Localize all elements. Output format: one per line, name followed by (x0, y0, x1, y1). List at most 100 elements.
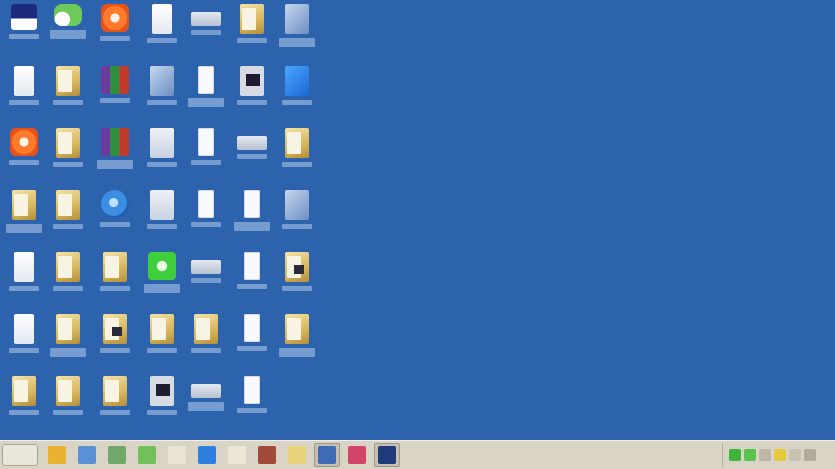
desktop-icon[interactable] (46, 190, 90, 242)
desktop-icon-label (279, 348, 315, 357)
taskbar-button[interactable] (284, 443, 310, 467)
desktop-icon[interactable] (140, 128, 184, 180)
green-tray-icon[interactable] (744, 449, 756, 461)
desktop-icon[interactable] (184, 128, 228, 180)
yellow-tray-icon[interactable] (774, 449, 786, 461)
desktop-icon-label (282, 286, 312, 291)
desktop-icon[interactable] (184, 376, 228, 428)
taskbar-button[interactable] (104, 443, 130, 467)
doc-icon (14, 66, 34, 96)
start-button[interactable] (2, 444, 38, 466)
desktop-icon-label (144, 284, 180, 293)
desktop-icon[interactable] (184, 4, 228, 56)
desktop-icon-label (237, 38, 267, 43)
desktop-icon-label (9, 348, 39, 353)
desktop-icon[interactable] (93, 314, 137, 366)
desktop-icon[interactable] (230, 314, 274, 366)
taskbar-button[interactable] (374, 443, 400, 467)
desktop-icon[interactable] (275, 4, 319, 56)
desktop-icon[interactable] (2, 4, 46, 56)
taskbar-button[interactable] (44, 443, 70, 467)
desktop-icon[interactable] (184, 314, 228, 366)
desktop-icon[interactable] (230, 252, 274, 304)
desktop-icon[interactable] (230, 4, 274, 56)
desktop-icon[interactable] (93, 128, 137, 180)
app-navy-icon (378, 446, 396, 464)
media-icon (348, 446, 366, 464)
taskbar-button[interactable] (164, 443, 190, 467)
folder-icon (56, 314, 80, 344)
desktop-icon[interactable] (93, 376, 137, 428)
desktop-icon[interactable] (46, 4, 90, 56)
desktop-icon[interactable] (140, 66, 184, 118)
taskbar-button[interactable] (314, 443, 340, 467)
desktop-icon-label (9, 410, 39, 415)
desktop-icon-label (282, 224, 312, 229)
desktop-icon[interactable] (275, 252, 319, 304)
white-icon (244, 190, 260, 218)
green-icon (148, 252, 176, 280)
desktop-icon[interactable] (275, 314, 319, 366)
taskbar-button[interactable] (134, 443, 160, 467)
folder-icon (150, 314, 174, 344)
desktop-icon[interactable] (2, 66, 46, 118)
taskbar-button[interactable] (224, 443, 250, 467)
taskbar-button[interactable] (74, 443, 100, 467)
pc-icon (11, 4, 37, 30)
desktop-icon[interactable] (2, 252, 46, 304)
desktop-icon[interactable] (93, 190, 137, 242)
desktop-icon[interactable] (275, 128, 319, 180)
rar-icon (101, 66, 129, 94)
gray-tray-icon[interactable] (789, 449, 801, 461)
folder-icon (56, 252, 80, 282)
desktop-icon[interactable] (2, 128, 46, 180)
desktop-icon-label (279, 38, 315, 47)
gray-tray-icon[interactable] (804, 449, 816, 461)
taskbar-button[interactable] (254, 443, 280, 467)
orange-icon (101, 4, 129, 32)
folder-icon (288, 446, 306, 464)
app-icon (150, 66, 174, 96)
desktop-icon-label (50, 30, 86, 39)
desktop-icon[interactable] (46, 252, 90, 304)
desktop-icon[interactable] (46, 66, 90, 118)
desktop-icon[interactable] (140, 252, 184, 304)
desktop-icon[interactable] (93, 4, 137, 56)
desktop-icon[interactable] (140, 190, 184, 242)
desktop-icon[interactable] (230, 190, 274, 242)
desktop-icon[interactable] (184, 252, 228, 304)
system-tray (722, 443, 831, 467)
white-icon (198, 190, 214, 218)
desktop-icon[interactable] (2, 190, 46, 242)
desktop-icon[interactable] (184, 190, 228, 242)
desktop-icon[interactable] (93, 66, 137, 118)
desktop-icon[interactable] (46, 376, 90, 428)
gray-tray-icon[interactable] (759, 449, 771, 461)
desktop-icon[interactable] (184, 66, 228, 118)
desktop-icon[interactable] (230, 66, 274, 118)
desktop-icon[interactable] (230, 128, 274, 180)
desktop-icon[interactable] (2, 376, 46, 428)
desktop-icon-label (147, 348, 177, 353)
tray-icon (237, 136, 267, 150)
blue-icon (285, 66, 309, 96)
desktop-icon-label (191, 278, 221, 283)
desktop-icon[interactable] (2, 314, 46, 366)
folder-dark-icon (103, 314, 127, 344)
desktop-icon-label (147, 100, 177, 105)
desktop-icon[interactable] (275, 190, 319, 242)
desktop-icon[interactable] (140, 376, 184, 428)
green-tray-icon[interactable] (729, 449, 741, 461)
desktop-icon[interactable] (140, 4, 184, 56)
desktop-icon[interactable] (230, 376, 274, 428)
desktop-icon-label (147, 38, 177, 43)
taskbar-button[interactable] (194, 443, 220, 467)
desktop-icon[interactable] (275, 66, 319, 118)
taskbar-button[interactable] (344, 443, 370, 467)
desktop-icon[interactable] (93, 252, 137, 304)
desktop-icon[interactable] (46, 128, 90, 180)
desktop-icon[interactable] (140, 314, 184, 366)
document-icon (168, 446, 186, 464)
pages-icon (150, 128, 174, 158)
desktop-icon[interactable] (46, 314, 90, 366)
